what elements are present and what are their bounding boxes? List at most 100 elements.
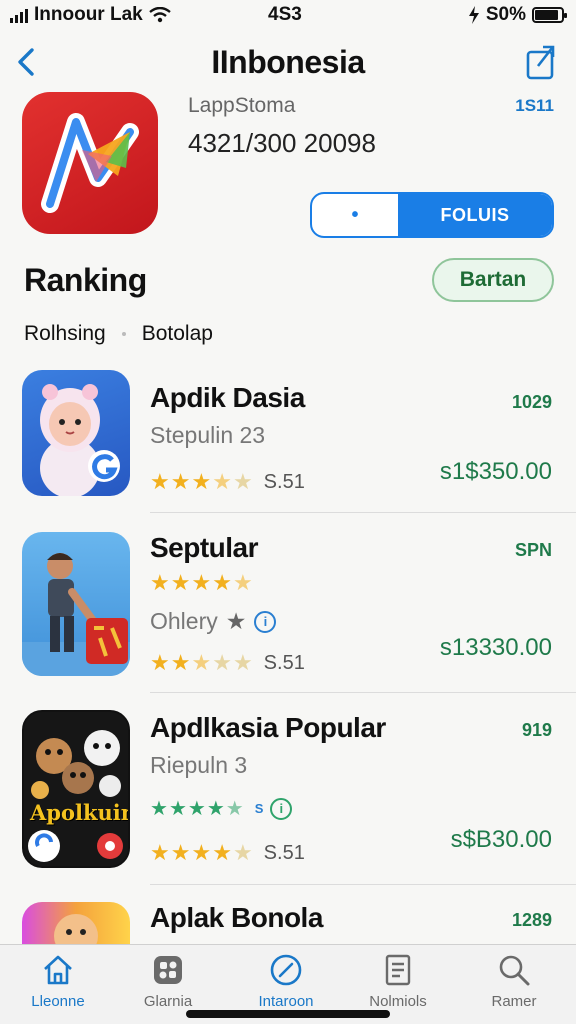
- star-icon: ★: [170, 840, 191, 865]
- star-icon: ★: [232, 469, 253, 494]
- character-icon: [40, 384, 120, 496]
- segmented-control: • FOLUIS: [310, 192, 554, 238]
- app-rank: 1029: [511, 392, 552, 412]
- app-logo-icon: [41, 113, 139, 213]
- app-subtitle: Stepulin 23: [150, 422, 266, 448]
- app-price: s13330.00: [439, 634, 552, 661]
- tab-search[interactable]: Ramer: [464, 953, 564, 1010]
- info-icon[interactable]: i: [254, 610, 277, 633]
- tab-games[interactable]: Glarnia: [118, 953, 218, 1010]
- app-icon: [22, 902, 130, 946]
- app-subtitle: Riepuln 3: [150, 752, 248, 778]
- app-rank: SPN: [514, 540, 552, 560]
- divider: [150, 692, 576, 693]
- star-icon: ★: [232, 840, 253, 865]
- tab-label: Intaroon: [258, 993, 314, 1010]
- tab-home[interactable]: Lleonne: [8, 953, 108, 1010]
- status-right: S0%: [468, 4, 567, 26]
- star-icon: ★: [150, 840, 170, 865]
- tab-label: Nolmiols: [369, 993, 427, 1010]
- status-bar: Innoour Lak 4S3 S0%: [0, 0, 576, 30]
- star-icon: ★: [225, 608, 247, 634]
- rating-value: S.51: [263, 841, 305, 864]
- divider: [150, 512, 576, 513]
- app-name: Apdlkasia Popular: [150, 712, 386, 743]
- person-icon: [22, 553, 130, 676]
- hero-badge: 1S11: [515, 96, 554, 115]
- app-icon: Apolkuin: [22, 710, 130, 868]
- section-action-button[interactable]: Bartan: [432, 258, 554, 302]
- tab-updates[interactable]: Nolmiols: [348, 953, 448, 1010]
- app-price: s1$350.00: [439, 458, 552, 485]
- star-rating: ★ ★ ★ ★ ★ S.51: [150, 840, 305, 866]
- segment-option-selected[interactable]: FOLUIS: [398, 194, 552, 236]
- status-time: 4S3: [268, 4, 302, 25]
- star-icon: ★: [170, 650, 191, 675]
- small-info-label: S: [254, 801, 264, 816]
- star-icon: ★: [168, 798, 187, 820]
- star-rating: ★ ★ ★ ★ ★ S.51: [150, 650, 305, 676]
- tab-label: Glarnia: [143, 993, 193, 1010]
- filter-option[interactable]: Rolhsing: [24, 322, 106, 346]
- app-icon-label: Apolkuin: [30, 800, 130, 825]
- status-left: Innoour Lak: [10, 4, 171, 26]
- star-icon: ★: [170, 570, 191, 595]
- star-icon: ★: [170, 469, 191, 494]
- star-rating: ★ ★ ★ ★ ★ S.51: [150, 469, 305, 495]
- characters-icon: [28, 730, 123, 862]
- carrier-name: Innoour Lak: [34, 4, 143, 25]
- games-icon: [154, 956, 182, 984]
- star-icon: ★: [232, 570, 253, 595]
- star-icon: ★: [191, 469, 212, 494]
- divider: [150, 884, 576, 885]
- signal-icon: [10, 7, 28, 23]
- star-icon: ★: [150, 469, 170, 494]
- app-price: s$B30.00: [450, 826, 552, 853]
- segment-option-off[interactable]: •: [312, 194, 398, 236]
- star-icon: ★: [187, 798, 206, 820]
- app-rank: 1289: [511, 910, 552, 930]
- star-icon: ★: [225, 798, 244, 820]
- home-indicator: [186, 1010, 390, 1018]
- hero-size-info: 4321/300 20098: [188, 128, 376, 158]
- star-icon: ★: [212, 840, 232, 865]
- document-icon: [385, 954, 411, 986]
- filter-separator: [121, 332, 126, 336]
- hero-store-label: LappStoma: [188, 94, 296, 117]
- star-icon: ★: [191, 840, 212, 865]
- filter-row: Rolhsing Botolap: [24, 322, 213, 346]
- share-icon[interactable]: [524, 42, 558, 82]
- app-name: Apdik Dasia: [150, 382, 305, 413]
- app-name: Aplak Bonola: [150, 902, 323, 933]
- app-name: Septular: [150, 532, 259, 563]
- star-icon: ★: [206, 798, 225, 820]
- app-subtitle-text: Ohlery: [150, 608, 218, 634]
- info-icon[interactable]: i: [270, 797, 293, 820]
- app-icon: [22, 532, 130, 676]
- character-icon: [54, 914, 98, 946]
- tab-discover[interactable]: Intaroon: [236, 953, 336, 1010]
- battery-fill: [535, 10, 558, 20]
- rating-value: S.51: [263, 470, 305, 493]
- star-icon: ★: [212, 570, 232, 595]
- star-icon: ★: [232, 650, 253, 675]
- star-icon: ★: [212, 650, 232, 675]
- star-rating-top: ★ ★ ★ ★ ★: [150, 570, 253, 596]
- battery-percent: S0%: [485, 4, 526, 25]
- app-icon: [22, 370, 130, 496]
- filter-option[interactable]: Botolap: [142, 322, 213, 346]
- wifi-icon: [148, 7, 171, 23]
- charging-icon: [468, 6, 479, 24]
- page-title: IInbonesia: [211, 44, 365, 80]
- section-title: Ranking: [24, 262, 147, 298]
- compass-icon: [270, 954, 302, 986]
- hero-app-icon[interactable]: [22, 92, 158, 234]
- battery-icon: [532, 7, 567, 23]
- rating-value: S.51: [263, 651, 305, 674]
- tab-label: Lleonne: [31, 993, 85, 1010]
- star-icon: ★: [150, 798, 168, 820]
- star-icon: ★: [150, 650, 170, 675]
- app-subtitle: Ohlery ★ i: [150, 608, 277, 635]
- star-icon: ★: [191, 570, 212, 595]
- star-rating-green: ★ ★ ★ ★ ★ S i: [150, 796, 293, 821]
